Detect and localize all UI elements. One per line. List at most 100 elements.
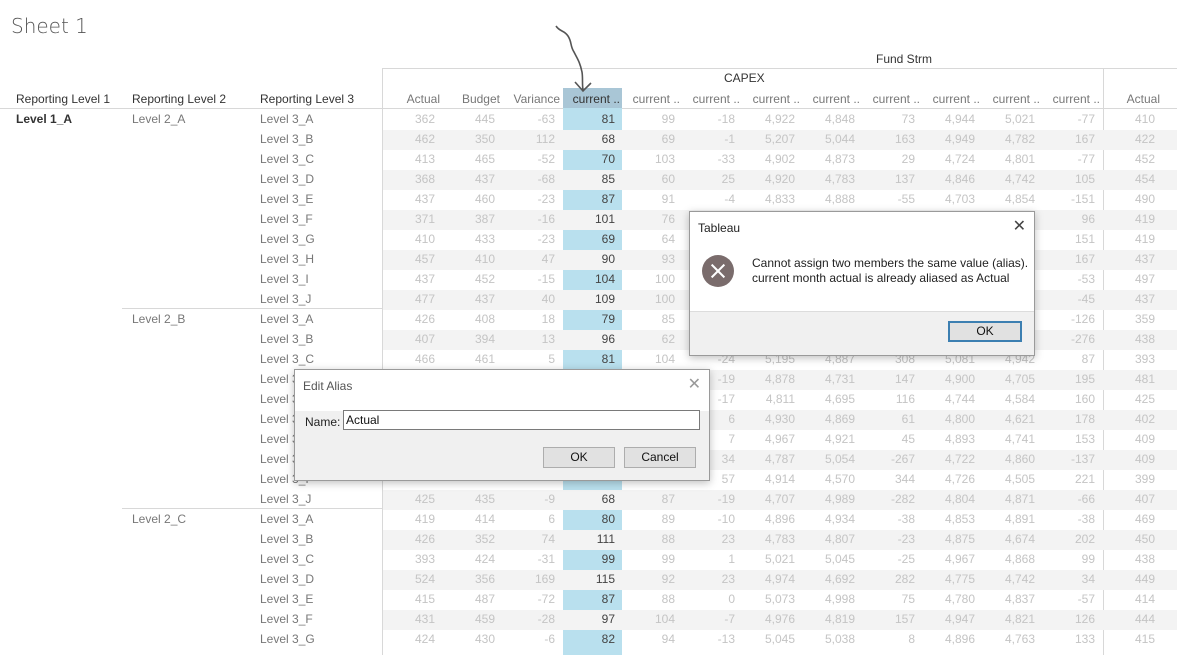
table-cell[interactable]: 497 <box>1103 272 1155 286</box>
row-header-level1[interactable]: Reporting Level 1 <box>16 92 110 106</box>
level3-label[interactable]: Level 3_A <box>260 112 313 126</box>
table-cell[interactable]: -282 <box>863 492 915 506</box>
table-cell[interactable]: 5,045 <box>803 552 855 566</box>
table-cell[interactable]: -23 <box>503 232 555 246</box>
table-cell[interactable]: 99 <box>1043 552 1095 566</box>
table-cell[interactable]: 4,934 <box>803 512 855 526</box>
level3-label[interactable]: Level 3_C <box>260 552 314 566</box>
table-cell[interactable]: 79 <box>563 312 615 326</box>
table-cell[interactable]: 4,821 <box>983 612 1035 626</box>
column-header[interactable]: current .. <box>684 92 740 106</box>
table-cell[interactable]: 437 <box>1103 292 1155 306</box>
table-cell[interactable]: 407 <box>1103 492 1155 506</box>
table-cell[interactable]: -18 <box>683 112 735 126</box>
table-cell[interactable]: -7 <box>683 612 735 626</box>
table-cell[interactable]: 87 <box>563 192 615 206</box>
table-cell[interactable]: 387 <box>443 212 495 226</box>
table-cell[interactable]: 4,741 <box>983 432 1035 446</box>
level3-label[interactable]: Level 3_E <box>260 592 313 606</box>
table-cell[interactable]: 399 <box>1103 472 1155 486</box>
table-cell[interactable]: 4,804 <box>923 492 975 506</box>
table-cell[interactable]: 111 <box>563 532 615 546</box>
table-cell[interactable]: 4,707 <box>743 492 795 506</box>
table-cell[interactable]: 99 <box>563 552 615 566</box>
table-cell[interactable]: 4,853 <box>923 512 975 526</box>
table-cell[interactable]: 93 <box>623 252 675 266</box>
table-cell[interactable]: 4,731 <box>803 372 855 386</box>
table-cell[interactable]: 424 <box>383 632 435 646</box>
table-cell[interactable]: 29 <box>863 152 915 166</box>
table-cell[interactable]: 5 <box>503 352 555 366</box>
level3-label[interactable]: Level 3_C <box>260 152 314 166</box>
table-cell[interactable]: 4,695 <box>803 392 855 406</box>
table-cell[interactable]: 433 <box>443 232 495 246</box>
table-cell[interactable]: 4,846 <box>923 172 975 186</box>
table-cell[interactable]: 112 <box>503 132 555 146</box>
table-cell[interactable]: 81 <box>563 352 615 366</box>
table-cell[interactable]: 4,674 <box>983 532 1035 546</box>
table-cell[interactable]: 69 <box>623 132 675 146</box>
table-cell[interactable]: 97 <box>563 612 615 626</box>
table-cell[interactable]: 4,921 <box>803 432 855 446</box>
table-cell[interactable]: 450 <box>1103 532 1155 546</box>
alias-ok-button[interactable]: OK <box>543 447 615 468</box>
table-cell[interactable]: 5,044 <box>803 132 855 146</box>
table-cell[interactable]: 462 <box>383 132 435 146</box>
level3-label[interactable]: Level 3_B <box>260 332 313 346</box>
table-cell[interactable]: 393 <box>383 552 435 566</box>
level3-label[interactable]: Level 3_H <box>260 252 314 266</box>
table-cell[interactable]: 5,021 <box>743 552 795 566</box>
table-cell[interactable]: 4,811 <box>743 392 795 406</box>
table-cell[interactable]: 4,819 <box>803 612 855 626</box>
table-cell[interactable]: 137 <box>863 172 915 186</box>
table-cell[interactable]: 115 <box>563 572 615 586</box>
table-cell[interactable]: 62 <box>623 332 675 346</box>
table-cell[interactable]: 4,967 <box>923 552 975 566</box>
column-header[interactable]: current .. <box>624 92 680 106</box>
table-cell[interactable]: -15 <box>503 272 555 286</box>
table-cell[interactable]: 4,722 <box>923 452 975 466</box>
table-cell[interactable]: 91 <box>623 192 675 206</box>
table-cell[interactable]: 356 <box>443 572 495 586</box>
table-cell[interactable]: 425 <box>383 492 435 506</box>
table-cell[interactable]: 99 <box>623 112 675 126</box>
table-cell[interactable]: 90 <box>563 252 615 266</box>
table-cell[interactable]: 4,570 <box>803 472 855 486</box>
table-cell[interactable]: 5,207 <box>743 132 795 146</box>
level3-label[interactable]: Level 3 <box>260 412 299 426</box>
table-cell[interactable]: 116 <box>863 392 915 406</box>
table-cell[interactable]: 4,724 <box>923 152 975 166</box>
table-cell[interactable]: 5,021 <box>983 112 1035 126</box>
table-cell[interactable]: 0 <box>683 592 735 606</box>
table-cell[interactable]: 4,989 <box>803 492 855 506</box>
alias-cancel-button[interactable]: Cancel <box>624 447 696 468</box>
close-icon[interactable]: ✕ <box>688 374 701 394</box>
table-cell[interactable]: -45 <box>1043 292 1095 306</box>
level3-label[interactable]: Level 3_A <box>260 312 313 326</box>
table-cell[interactable]: 68 <box>563 132 615 146</box>
table-cell[interactable]: 4,902 <box>743 152 795 166</box>
table-cell[interactable]: 5,038 <box>803 632 855 646</box>
table-cell[interactable]: 85 <box>623 312 675 326</box>
column-header[interactable]: current .. <box>564 92 620 106</box>
close-icon[interactable]: ✕ <box>1013 216 1026 236</box>
table-cell[interactable]: 459 <box>443 612 495 626</box>
table-cell[interactable]: -10 <box>683 512 735 526</box>
table-cell[interactable]: 163 <box>863 132 915 146</box>
column-header[interactable]: current .. <box>864 92 920 106</box>
table-cell[interactable]: -23 <box>863 532 915 546</box>
table-cell[interactable]: 4,920 <box>743 172 795 186</box>
table-cell[interactable]: 96 <box>1043 212 1095 226</box>
table-cell[interactable]: 4,775 <box>923 572 975 586</box>
table-cell[interactable]: 40 <box>503 292 555 306</box>
table-cell[interactable]: 76 <box>623 212 675 226</box>
table-cell[interactable]: 368 <box>383 172 435 186</box>
row-header-level3[interactable]: Reporting Level 3 <box>260 92 354 106</box>
table-cell[interactable]: 352 <box>443 532 495 546</box>
level2-label[interactable]: Level 2_B <box>132 312 185 326</box>
column-header[interactable]: Actual <box>1104 92 1160 106</box>
table-cell[interactable]: -19 <box>683 492 735 506</box>
level3-label[interactable]: Level 3_C <box>260 352 314 366</box>
table-cell[interactable]: 4,763 <box>983 632 1035 646</box>
table-cell[interactable]: 61 <box>863 412 915 426</box>
